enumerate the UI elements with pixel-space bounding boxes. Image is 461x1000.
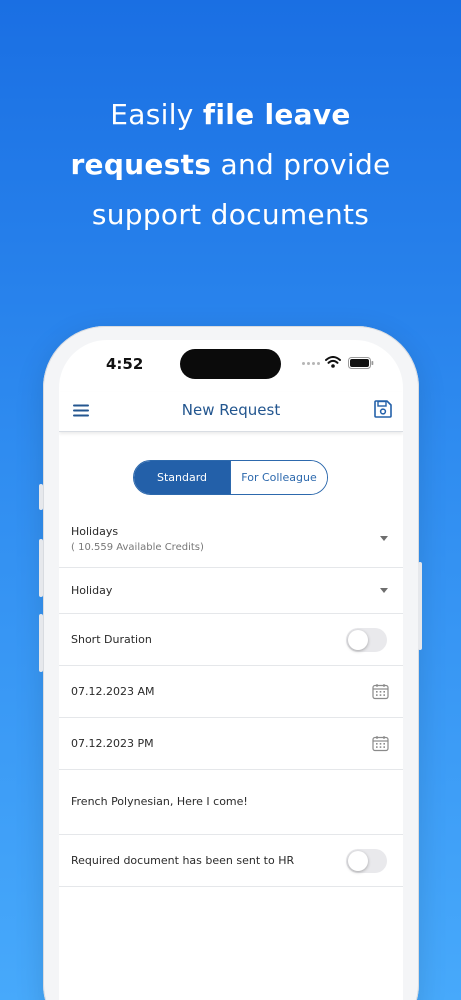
- toggle-knob: [348, 630, 368, 650]
- status-bar: 4:52: [59, 340, 403, 386]
- segment-standard[interactable]: Standard: [134, 461, 230, 494]
- document-sent-toggle[interactable]: [346, 849, 387, 873]
- note-value: French Polynesian, Here I come!: [71, 795, 248, 808]
- phone-side-button: [39, 484, 43, 510]
- phone-volume-up: [39, 539, 43, 597]
- dynamic-island: [180, 349, 281, 379]
- available-credits: ( 10.559 Available Credits): [71, 542, 204, 553]
- save-icon[interactable]: [373, 399, 393, 419]
- hero-text-light: and provide: [211, 148, 391, 181]
- battery-icon: [348, 357, 374, 369]
- short-duration-label: Short Duration: [71, 633, 152, 646]
- hero-line-2: requests and provide: [0, 140, 461, 190]
- chevron-down-icon: [380, 536, 388, 541]
- calendar-icon[interactable]: [372, 735, 389, 752]
- wifi-icon: [325, 356, 341, 368]
- phone-screen: 4:52 New Request Standard For Colleague: [59, 340, 403, 1000]
- page-title: New Request: [181, 401, 281, 419]
- calendar-icon[interactable]: [372, 683, 389, 700]
- hero-line-3: support documents: [91, 198, 370, 231]
- hero-text-bold: requests: [70, 148, 212, 181]
- hero-text-bold: file leave: [202, 98, 351, 131]
- document-sent-row: Required document has been sent to HR: [59, 835, 403, 887]
- phone-volume-down: [39, 614, 43, 672]
- note-field[interactable]: French Polynesian, Here I come!: [59, 770, 403, 835]
- start-date-field[interactable]: 07.12.2023 AM: [59, 666, 403, 718]
- request-type-segment: Standard For Colleague: [133, 460, 328, 495]
- leave-subtype-label: Holiday: [71, 584, 113, 597]
- app-bar: New Request: [59, 392, 403, 432]
- short-duration-row: Short Duration: [59, 614, 403, 666]
- end-date-field[interactable]: 07.12.2023 PM: [59, 718, 403, 770]
- status-time: 4:52: [106, 355, 144, 373]
- toggle-knob: [348, 851, 368, 871]
- phone-power-button: [418, 562, 422, 650]
- start-date-value: 07.12.2023 AM: [71, 685, 155, 698]
- leave-type-dropdown[interactable]: Holidays ( 10.559 Available Credits): [59, 513, 403, 568]
- hero-text-light: Easily: [110, 98, 203, 131]
- segment-for-colleague[interactable]: For Colleague: [230, 461, 327, 494]
- document-sent-label: Required document has been sent to HR: [71, 854, 295, 867]
- hero-line-1: Easily file leave: [0, 90, 461, 140]
- short-duration-toggle[interactable]: [346, 628, 387, 652]
- end-date-value: 07.12.2023 PM: [71, 737, 154, 750]
- signal-icon: [302, 362, 320, 365]
- hero-headline: Easily file leave requests and provide s…: [0, 90, 461, 240]
- chevron-down-icon: [380, 588, 388, 593]
- leave-subtype-dropdown[interactable]: Holiday: [59, 568, 403, 614]
- leave-type-label: Holidays: [71, 525, 119, 538]
